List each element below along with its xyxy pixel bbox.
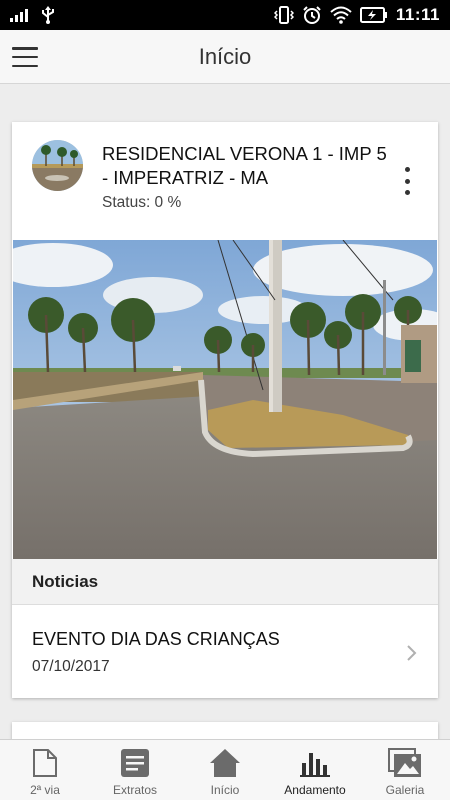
menu-line (12, 64, 38, 67)
document-icon (28, 746, 62, 780)
nav-andamento[interactable]: Andamento (270, 740, 360, 800)
nav-galeria[interactable]: Galeria (360, 740, 450, 800)
dot (404, 190, 410, 195)
project-thumbnail-image (32, 140, 83, 191)
news-item[interactable]: EVENTO DIA DAS CRIANÇAS 07/10/2017 (12, 606, 438, 698)
status-left (10, 6, 56, 24)
news-date: 07/10/2017 (32, 657, 110, 675)
bottom-navigation: 2ª via Extratos Início Andamento Galeria (0, 739, 450, 800)
nav-label: 2ª via (30, 783, 60, 797)
project-title: RESIDENCIAL VERONA 1 - IMP 5 - IMPERATRI… (102, 143, 387, 188)
status-right: 11:11 (273, 5, 440, 25)
nav-label: Galeria (385, 783, 425, 797)
bar-chart-icon (298, 746, 332, 780)
signal-icon (10, 9, 28, 22)
wifi-icon (330, 6, 352, 24)
home-icon (208, 746, 242, 780)
project-card[interactable]: RESIDENCIAL VERONA 1 - IMP 5 - IMPERATRI… (12, 122, 438, 698)
project-card-header: RESIDENCIAL VERONA 1 - IMP 5 - IMPERATRI… (12, 122, 438, 240)
status-time: 11:11 (395, 5, 440, 24)
nav-label: Início (210, 783, 240, 797)
page-title: Início (198, 43, 252, 69)
nav-extratos[interactable]: Extratos (90, 740, 180, 800)
nav-label: Extratos (112, 783, 157, 797)
project-avatar (32, 140, 83, 191)
dot (404, 167, 410, 172)
statement-icon (118, 746, 152, 780)
news-title: EVENTO DIA DAS CRIANÇAS (32, 628, 280, 649)
app-bar: Início (0, 30, 450, 84)
street-with-palm-trees-photo (13, 240, 437, 559)
chevron-right-icon (407, 645, 417, 661)
menu-line (12, 47, 38, 50)
battery-charging-icon (359, 7, 387, 23)
nav-2a-via[interactable]: 2ª via (0, 740, 90, 800)
project-photo[interactable] (13, 240, 437, 559)
project-status: Status: 0 % (102, 194, 182, 211)
nav-label: Andamento (284, 783, 346, 797)
next-project-card[interactable] (12, 722, 438, 739)
status-bar: 11:11 (0, 0, 450, 30)
more-vertical-icon[interactable] (402, 167, 412, 195)
menu-line (12, 55, 38, 59)
main-content[interactable]: RESIDENCIAL VERONA 1 - IMP 5 - IMPERATRI… (0, 85, 450, 739)
hamburger-menu-icon[interactable] (12, 45, 38, 69)
alarm-icon (303, 6, 321, 24)
usb-icon (42, 6, 54, 24)
gallery-icon (388, 746, 422, 780)
nav-inicio[interactable]: Início (180, 740, 270, 800)
vibrate-icon (273, 6, 294, 24)
news-section-header: Noticias (12, 559, 438, 605)
dot (404, 178, 410, 184)
